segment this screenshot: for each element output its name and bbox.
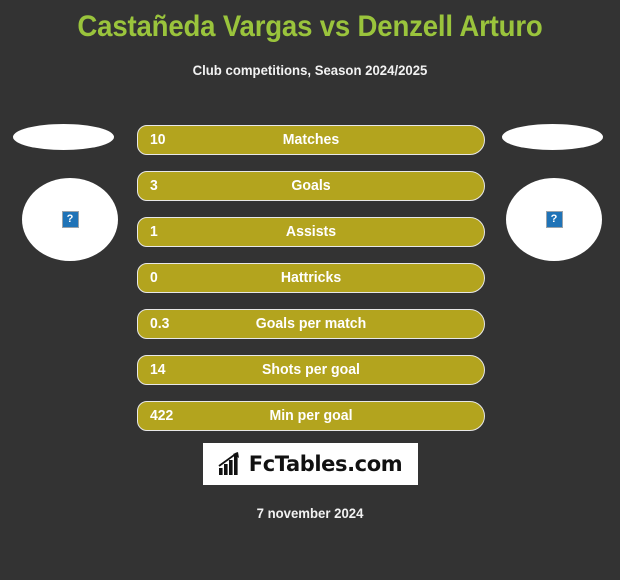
stat-row-goals-per-match: 0.3 Goals per match — [137, 309, 485, 339]
player-right-avatar: ? — [506, 178, 602, 261]
stat-row-goals: 3 Goals — [137, 171, 485, 201]
stat-label: Matches — [282, 131, 340, 148]
player-left-avatar: ? — [22, 178, 118, 261]
player-left-flag-icon — [13, 124, 114, 150]
fctables-logo[interactable]: FcTables.com — [202, 443, 418, 485]
player-right-flag-icon — [502, 124, 603, 150]
generated-date: 7 november 2024 — [256, 505, 364, 521]
bar-chart-growth-icon — [218, 452, 239, 475]
fctables-logo-text: FcTables.com — [248, 452, 403, 476]
stat-label: Shots per goal — [262, 361, 360, 378]
stat-row-matches: 10 Matches — [137, 125, 485, 155]
stat-label: Min per goal — [269, 407, 353, 424]
stat-label: Hattricks — [280, 269, 342, 286]
stat-row-hattricks: 0 Hattricks — [137, 263, 485, 293]
player-right[interactable]: ? — [485, 110, 615, 270]
stat-row-assists: 1 Assists — [137, 217, 485, 247]
comparison-area: ? 10 Matches 3 Goals 1 Assists 0 Hattric… — [0, 110, 620, 440]
stat-label: Assists — [285, 223, 337, 240]
stat-row-min-per-goal: 422 Min per goal — [137, 401, 485, 431]
page-header: Castañeda Vargas vs Denzell Arturo Club … — [0, 0, 620, 79]
page-subtitle: Club competitions, Season 2024/2025 — [192, 62, 428, 78]
stat-label: Goals per match — [255, 315, 367, 332]
broken-image-icon: ? — [545, 211, 563, 228]
stats-list: 10 Matches 3 Goals 1 Assists 0 Hattricks… — [137, 125, 485, 431]
broken-image-icon: ? — [61, 211, 79, 228]
broken-image-glyph: ? — [66, 213, 74, 225]
player-left[interactable]: ? — [5, 110, 135, 270]
stat-row-shots-per-goal: 14 Shots per goal — [137, 355, 485, 385]
broken-image-glyph: ? — [550, 213, 558, 225]
stat-label: Goals — [291, 177, 331, 194]
page-footer: FcTables.com 7 november 2024 — [0, 440, 620, 522]
page-title: Castañeda Vargas vs Denzell Arturo — [77, 10, 543, 43]
